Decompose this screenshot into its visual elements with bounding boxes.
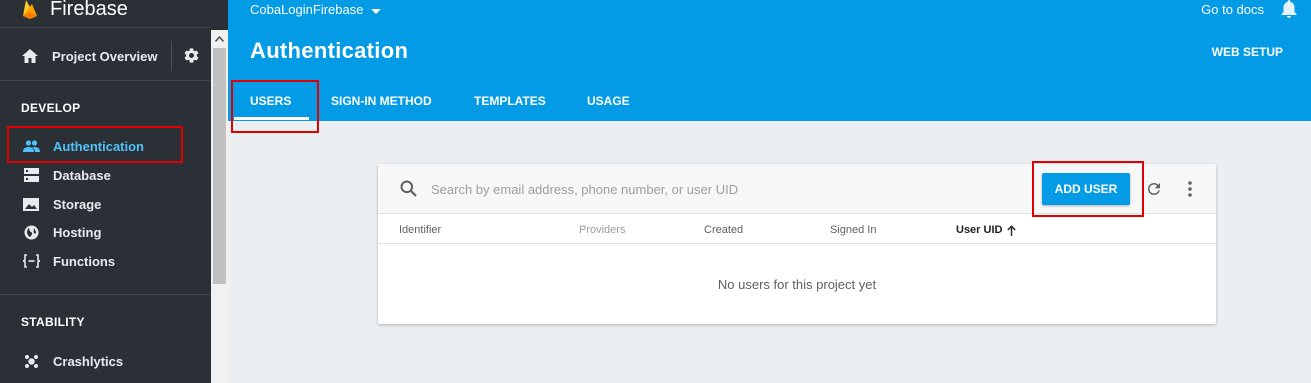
project-overview-label: Project Overview bbox=[52, 48, 158, 64]
highlight-box bbox=[7, 126, 183, 163]
sidebar-panel: Firebase Project Overview DEVELOP Authen… bbox=[0, 0, 211, 383]
search-icon bbox=[400, 180, 417, 202]
functions-icon bbox=[22, 252, 40, 270]
caret-down-icon bbox=[371, 2, 382, 17]
sidebar: Firebase Project Overview DEVELOP Authen… bbox=[0, 0, 228, 383]
sidebar-item-crashlytics[interactable]: Crashlytics bbox=[12, 347, 182, 375]
column-header-identifier[interactable]: Identifier bbox=[399, 224, 441, 236]
go-to-docs-link[interactable]: Go to docs bbox=[1201, 2, 1264, 17]
sidebar-item-label: Crashlytics bbox=[53, 353, 124, 369]
sidebar-item-label: Database bbox=[53, 167, 111, 183]
sidebar-item-storage[interactable]: Storage bbox=[12, 190, 182, 218]
user-search-input[interactable] bbox=[431, 178, 1031, 200]
sidebar-item-hosting[interactable]: Hosting bbox=[12, 218, 182, 246]
project-selector[interactable]: CobaLoginFirebase bbox=[250, 2, 382, 17]
tab-templates[interactable]: TEMPLATES bbox=[474, 94, 546, 108]
image-icon bbox=[22, 195, 40, 213]
sidebar-item-label: Storage bbox=[53, 196, 102, 212]
page-title: Authentication bbox=[250, 38, 409, 63]
divider bbox=[0, 294, 211, 295]
column-header-label: User UID bbox=[956, 224, 1003, 236]
page-header: CobaLoginFirebase Go to docs Authenticat… bbox=[228, 0, 1311, 133]
bell-icon[interactable] bbox=[1281, 0, 1297, 23]
brand[interactable]: Firebase bbox=[22, 0, 128, 22]
firebase-flame-icon bbox=[22, 0, 38, 25]
sidebar-item-label: Hosting bbox=[53, 224, 102, 240]
column-header-providers: Providers bbox=[579, 224, 626, 236]
column-header-signed-in[interactable]: Signed In bbox=[830, 224, 876, 236]
crashlytics-icon bbox=[22, 352, 40, 370]
tab-sign-in-method[interactable]: SIGN-IN METHOD bbox=[331, 94, 432, 108]
empty-state-message: No users for this project yet bbox=[717, 277, 877, 292]
highlight-box bbox=[231, 80, 319, 133]
sidebar-item-functions[interactable]: Functions bbox=[12, 247, 182, 275]
divider bbox=[171, 41, 172, 71]
project-overview-link[interactable]: Project Overview bbox=[0, 38, 211, 74]
column-header-created[interactable]: Created bbox=[704, 224, 743, 236]
brand-name: Firebase bbox=[50, 0, 128, 20]
tab-usage[interactable]: USAGE bbox=[587, 94, 630, 108]
scroll-up-arrow-icon[interactable] bbox=[213, 32, 226, 45]
globe-icon bbox=[22, 223, 40, 241]
section-title-stability: STABILITY bbox=[21, 315, 85, 329]
project-name: CobaLoginFirebase bbox=[250, 2, 364, 17]
divider bbox=[0, 27, 211, 28]
scrollbar-thumb[interactable] bbox=[213, 48, 226, 284]
divider bbox=[0, 80, 211, 81]
home-icon bbox=[22, 49, 38, 63]
sidebar-item-database[interactable]: Database bbox=[12, 161, 182, 189]
section-title-develop: DEVELOP bbox=[21, 101, 81, 115]
web-setup-button[interactable]: WEB SETUP bbox=[1212, 45, 1283, 59]
highlight-box bbox=[1032, 161, 1144, 217]
more-vert-icon[interactable] bbox=[1182, 180, 1198, 203]
column-header-user-uid[interactable]: User UID bbox=[956, 224, 1017, 236]
arrow-up-icon bbox=[1007, 224, 1017, 236]
database-icon bbox=[22, 166, 40, 184]
divider bbox=[378, 243, 1216, 244]
refresh-icon[interactable] bbox=[1145, 180, 1163, 203]
sidebar-item-label: Functions bbox=[53, 253, 116, 269]
gear-icon[interactable] bbox=[183, 47, 200, 69]
